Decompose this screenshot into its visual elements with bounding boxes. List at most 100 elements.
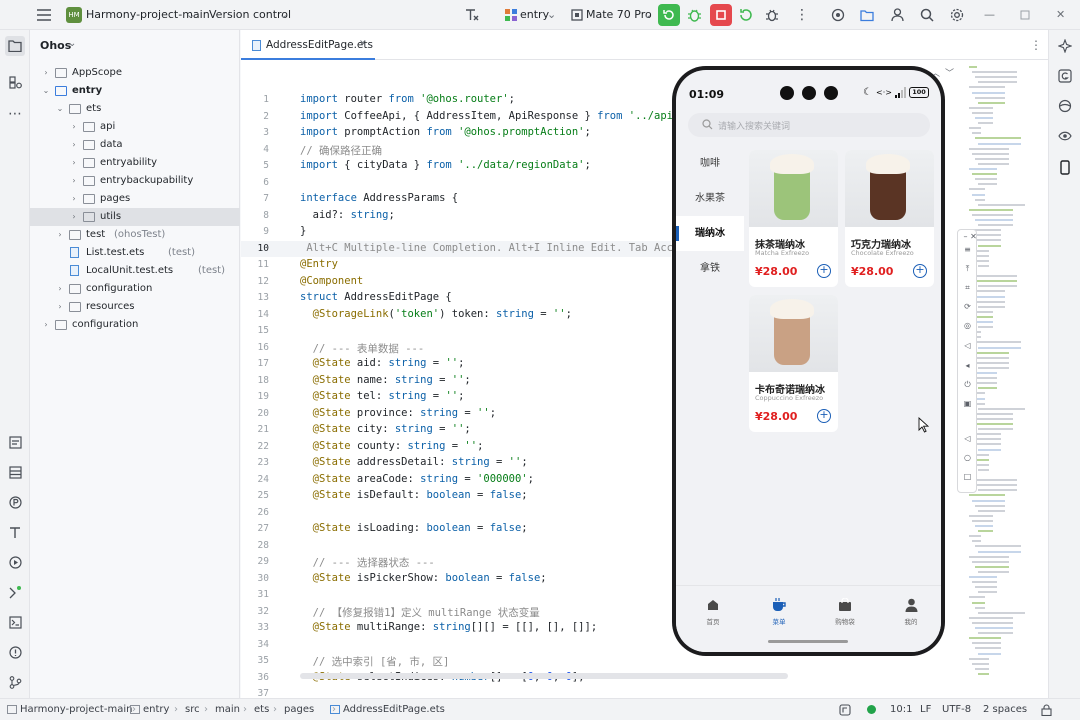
tree-item[interactable]: LocalUnit.test.ets (test)	[30, 262, 240, 280]
add-to-cart-icon[interactable]: +	[817, 409, 831, 423]
minimize-window-button[interactable]: —	[984, 0, 995, 30]
todo-icon[interactable]	[7, 434, 23, 450]
lock-icon[interactable]	[1039, 703, 1053, 717]
tree-item[interactable]: List.test.ets (test)	[30, 244, 240, 262]
more-vertical-icon[interactable]: ⋮	[1030, 38, 1042, 52]
close-window-button[interactable]: ✕	[1056, 0, 1065, 30]
gradle-g-icon[interactable]	[1057, 68, 1073, 84]
debug-icon[interactable]	[686, 7, 702, 23]
product-card[interactable]: 卡布奇诺瑞纳冰 Coppuccino Exfreezo ¥28.00 +	[749, 295, 838, 432]
product-image	[749, 295, 838, 372]
target-icon[interactable]: ◎	[962, 320, 973, 331]
close-icon[interactable]: ✕	[968, 231, 979, 242]
git-icon[interactable]	[7, 674, 23, 690]
crop-icon[interactable]: ⌗	[962, 282, 973, 293]
breadcrumb-item[interactable]: pages	[284, 699, 314, 720]
product-card[interactable]: 巧克力瑞纳冰 Chocolate Exfreezo ¥28.00 +	[845, 150, 934, 287]
horizontal-scrollbar[interactable]	[300, 673, 788, 679]
file-encoding[interactable]: UTF-8	[942, 699, 971, 720]
tree-item[interactable]: › utils	[30, 208, 240, 226]
bottom-tab[interactable]: 首页	[680, 598, 746, 626]
more-vertical-icon[interactable]: ⋮	[795, 0, 809, 30]
device-preview: 01:09 ☾ <·> 100 请输入搜索关键词 咖啡 水果茶 瑞纳冰 拿铁 抹茶瑞纳…	[672, 66, 945, 656]
restore-window-icon[interactable]	[1019, 9, 1031, 21]
back-icon[interactable]: ◁	[962, 433, 973, 444]
tree-item[interactable]: › resources	[30, 298, 240, 316]
tree-item[interactable]: › data	[30, 136, 240, 154]
breadcrumb-item[interactable]: src	[185, 699, 200, 720]
problems-icon[interactable]	[7, 644, 23, 660]
structure-icon[interactable]	[7, 74, 23, 90]
breadcrumb-item[interactable]: AddressEditPage.ets	[343, 699, 445, 720]
pin-top-icon[interactable]: ⤒	[962, 263, 973, 274]
tree-item[interactable]: › pages	[30, 190, 240, 208]
screenshot-icon[interactable]: ▣	[962, 398, 973, 409]
editor-tab[interactable]: AddressEditPage.ets ✕	[241, 30, 375, 60]
device-dropdown[interactable]: Mate 70 Pro	[586, 0, 652, 30]
deploy-icon[interactable]	[7, 584, 23, 600]
run-button[interactable]	[658, 4, 680, 26]
breadcrumb-item[interactable]: Harmony-project-main	[20, 699, 132, 720]
volume-up-icon[interactable]: ◁	[962, 340, 973, 351]
text-tool-icon[interactable]	[7, 524, 23, 540]
chevron-down-icon[interactable]: ⌄	[68, 38, 76, 49]
run-tool-icon[interactable]	[7, 554, 23, 570]
bottom-tab[interactable]: 我的	[878, 598, 941, 626]
hamburger-menu-icon[interactable]	[36, 7, 52, 23]
assistant-icon[interactable]	[1057, 38, 1073, 54]
apply-changes-icon[interactable]	[738, 7, 754, 23]
home-indicator[interactable]	[768, 640, 848, 643]
minimap-line	[969, 555, 1009, 558]
tree-item-suffix: (test)	[198, 265, 226, 276]
line-ending[interactable]: LF	[920, 699, 931, 720]
menu-icon[interactable]: ≡	[962, 244, 973, 255]
power-icon[interactable]: ⏻	[962, 379, 973, 390]
project-view-icon[interactable]	[5, 36, 25, 56]
tree-item[interactable]: › test (ohosTest)	[30, 226, 240, 244]
tree-item[interactable]: › configuration	[30, 316, 240, 334]
bottom-tab[interactable]: 菜单	[746, 598, 812, 626]
text-format-icon[interactable]	[464, 7, 480, 23]
terminal-icon[interactable]	[7, 614, 23, 630]
settings-gear-alt-icon[interactable]	[830, 7, 846, 23]
cursor-position[interactable]: 10:1	[890, 699, 912, 720]
stop-button[interactable]	[710, 4, 732, 26]
indent-setting[interactable]: 2 spaces	[983, 699, 1027, 720]
breadcrumb-item[interactable]: main	[215, 699, 240, 720]
tree-item[interactable]: › api	[30, 118, 240, 136]
fold-arrow-down-icon[interactable]: ﹀	[945, 66, 954, 79]
more-horizontal-icon[interactable]: ⋯	[7, 106, 23, 122]
project-badge[interactable]: HM	[66, 7, 82, 23]
add-to-cart-icon[interactable]: +	[817, 264, 831, 278]
project-panel-title[interactable]: Ohos	[40, 39, 71, 52]
device-manager-icon[interactable]	[1057, 98, 1073, 114]
settings-gear-icon[interactable]	[949, 7, 965, 23]
tree-item[interactable]: › entryability	[30, 154, 240, 172]
bottom-tab[interactable]: 购物袋	[812, 598, 878, 626]
product-card[interactable]: 抹茶瑞纳冰 Matcha Exfreezo ¥28.00 +	[749, 150, 838, 287]
tree-item[interactable]: › entrybackupability	[30, 172, 240, 190]
run-target-dropdown[interactable]: entry	[520, 0, 549, 30]
close-tab-icon[interactable]: ✕	[359, 39, 367, 49]
plugin-p-icon[interactable]	[7, 494, 23, 510]
database-icon[interactable]	[7, 464, 23, 480]
preview-eye-icon[interactable]	[1057, 128, 1073, 144]
recent-apps-icon[interactable]: □	[962, 471, 973, 482]
tree-item[interactable]: ⌄ ets	[30, 100, 240, 118]
volume-down-icon[interactable]: ◂	[962, 360, 973, 371]
search-icon[interactable]	[919, 7, 935, 23]
tree-item[interactable]: ⌄ entry	[30, 82, 240, 100]
profiler-icon[interactable]	[764, 7, 780, 23]
home-circle-icon[interactable]: ○	[962, 452, 973, 463]
code-minimap[interactable]	[969, 66, 1045, 696]
previewer-phone-icon[interactable]	[1057, 158, 1073, 176]
add-to-cart-icon[interactable]: +	[913, 264, 927, 278]
tree-item[interactable]: › AppScope	[30, 64, 240, 82]
ai-status-icon[interactable]	[838, 703, 852, 717]
tree-item[interactable]: › configuration	[30, 280, 240, 298]
folder-sync-icon[interactable]	[859, 7, 875, 23]
account-icon[interactable]	[889, 7, 905, 23]
rotate-icon[interactable]: ⟳	[962, 301, 973, 312]
breadcrumb-item[interactable]: ets	[254, 699, 269, 720]
breadcrumb-item[interactable]: entry	[143, 699, 169, 720]
